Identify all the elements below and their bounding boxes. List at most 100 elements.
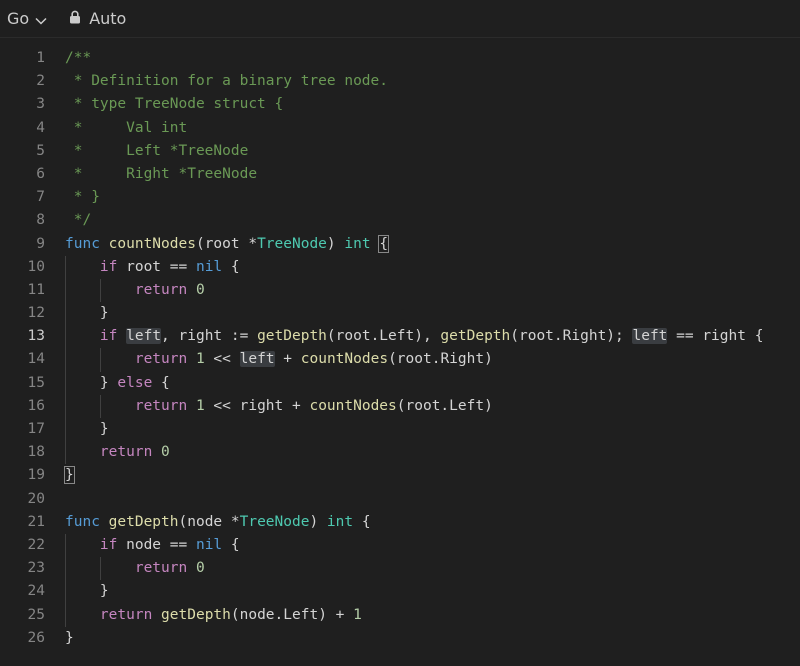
- code-line[interactable]: 15 } else {: [0, 371, 800, 395]
- language-selector[interactable]: Go: [7, 9, 47, 29]
- mode-indicator[interactable]: Auto: [69, 9, 126, 28]
- code-token: +: [274, 351, 301, 368]
- code-token: {: [378, 234, 390, 253]
- code-line[interactable]: 11 return 0: [0, 278, 800, 303]
- code-token: /**: [65, 50, 92, 66]
- code-line[interactable]: 14 return 1 << left + countNodes(root.Ri…: [0, 348, 800, 372]
- code-text: }: [65, 302, 109, 325]
- line-number: 8: [36, 212, 45, 229]
- code-token: }: [65, 629, 74, 646]
- code-line[interactable]: 6 * Right *TreeNode: [0, 163, 800, 186]
- code-text: return 0: [65, 557, 205, 580]
- code-token: TreeNode: [257, 235, 327, 252]
- code-editor[interactable]: 1 /** 2 * Definition for a binary tree nod…: [0, 47, 800, 650]
- line-number: 21: [27, 513, 45, 530]
- code-line[interactable]: 4 * Val int: [0, 117, 800, 140]
- code-token: nil: [195, 258, 223, 275]
- code-token: 1: [195, 397, 205, 414]
- code-text: return getDepth(node.Left) + 1: [65, 604, 362, 627]
- code-text: return 0: [65, 441, 170, 464]
- code-text: * }: [65, 186, 100, 209]
- code-text: return 1 << left + countNodes(root.Right…: [65, 348, 493, 371]
- code-text: * type TreeNode struct {: [65, 93, 284, 116]
- code-line[interactable]: 5 * Left *TreeNode: [0, 140, 800, 163]
- code-token: <<: [204, 351, 240, 368]
- code-text: }: [65, 580, 109, 603]
- code-token: {: [222, 258, 240, 275]
- code-token: countNodes: [108, 235, 196, 252]
- code-token: ): [326, 235, 345, 252]
- code-line[interactable]: 13 if left, right := getDepth(root.Left)…: [0, 325, 800, 349]
- code-token: * Val int: [65, 119, 188, 136]
- code-text: if node == nil {: [65, 534, 240, 557]
- code-token: 1: [353, 606, 362, 623]
- code-token: 0: [161, 444, 170, 461]
- code-line[interactable]: 18 return 0: [0, 441, 800, 465]
- code-line[interactable]: 25 return getDepth(node.Left) + 1: [0, 603, 800, 627]
- code-token: (root.Right);: [510, 328, 633, 345]
- code-text: }: [64, 464, 75, 487]
- code-token: int: [326, 513, 354, 530]
- code-token: }: [65, 374, 118, 391]
- code-token: * Right *TreeNode: [65, 165, 258, 182]
- code-token: 0: [195, 281, 205, 298]
- code-token: {: [152, 374, 170, 391]
- code-text: func getDepth(node *TreeNode) int {: [65, 511, 371, 534]
- editor-toolbar: Go Auto: [0, 0, 800, 38]
- code-token: if: [99, 258, 118, 275]
- code-line[interactable]: 20: [0, 488, 800, 511]
- code-token: {: [353, 513, 371, 530]
- code-token: else: [117, 374, 153, 391]
- code-token: (node.Left) +: [230, 606, 354, 623]
- line-number: 10: [27, 258, 45, 275]
- code-line[interactable]: 19}: [0, 464, 800, 487]
- code-token: node ==: [117, 536, 196, 553]
- code-token: , right :=: [161, 328, 258, 345]
- code-line[interactable]: 12 }: [0, 302, 800, 326]
- code-line[interactable]: 24 }: [0, 580, 800, 604]
- code-token: countNodes: [309, 397, 397, 414]
- code-line[interactable]: 26}: [0, 627, 800, 650]
- line-number: 17: [27, 421, 45, 437]
- code-token: }: [65, 421, 109, 437]
- code-line[interactable]: 8 */: [0, 209, 800, 232]
- code-token: return: [134, 560, 188, 577]
- code-line[interactable]: 2 * Definition for a binary tree node.: [0, 70, 800, 93]
- code-line[interactable]: 21 func getDepth(node *TreeNode) int {: [0, 511, 800, 534]
- code-token: }: [65, 583, 109, 600]
- code-line[interactable]: 23 return 0: [0, 557, 800, 581]
- line-number: 11: [27, 281, 45, 298]
- line-number: 24: [27, 583, 45, 600]
- code-token: * type TreeNode struct {: [65, 96, 284, 113]
- code-token: return: [99, 606, 153, 623]
- code-token: * Left *TreeNode: [65, 142, 249, 159]
- code-line[interactable]: 10 if root == nil {: [0, 255, 800, 279]
- language-label: Go: [7, 9, 30, 28]
- code-text: }: [65, 627, 74, 650]
- code-text: * Val int: [65, 117, 188, 140]
- code-text: * Left *TreeNode: [65, 140, 249, 163]
- code-line[interactable]: 17 }: [0, 418, 800, 442]
- code-line[interactable]: 7 * }: [0, 186, 800, 209]
- code-text: func countNodes(root *TreeNode) int {: [65, 233, 390, 256]
- code-token: * }: [65, 189, 100, 206]
- code-line[interactable]: 22 if node == nil {: [0, 533, 800, 558]
- line-number: 18: [27, 444, 45, 461]
- code-line[interactable]: 9 func countNodes(root *TreeNode) int {: [0, 233, 800, 256]
- code-token: root ==: [117, 258, 196, 275]
- code-line[interactable]: 1 /**: [0, 47, 800, 70]
- code-line[interactable]: 16 return 1 << right + countNodes(root.L…: [0, 394, 800, 418]
- mode-label: Auto: [89, 9, 127, 28]
- code-line[interactable]: 3 * type TreeNode struct {: [0, 93, 800, 116]
